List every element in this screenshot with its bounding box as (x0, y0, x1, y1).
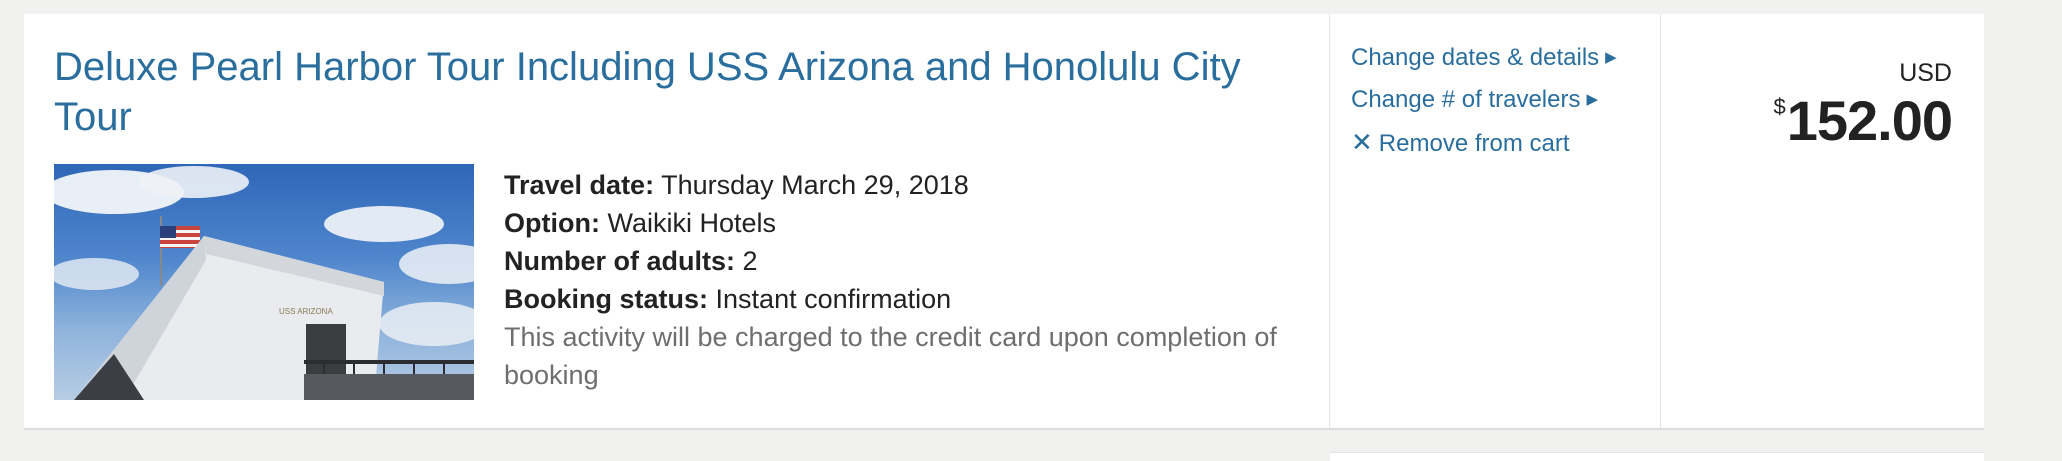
price-value: 152.00 (1786, 89, 1953, 152)
tour-photo[interactable]: USS ARIZONA (54, 164, 474, 400)
svg-text:USS ARIZONA: USS ARIZONA (279, 307, 333, 316)
change-travelers-link[interactable]: Change # of travelers ▶ (1351, 85, 1598, 115)
uss-arizona-memorial-image: USS ARIZONA (54, 166, 474, 400)
option-row: Option: Waikiki Hotels (504, 204, 1304, 242)
currency-code: USD (1899, 59, 1952, 87)
item-actions-column: Change dates & details ▶ Change # of trav… (1330, 14, 1660, 428)
booking-details: Travel date: Thursday March 29, 2018 Opt… (504, 166, 1304, 394)
travel-date-label: Travel date: (504, 170, 655, 200)
adults-row: Number of adults: 2 (504, 242, 1304, 280)
caret-right-icon: ▶ (1586, 91, 1599, 108)
item-main-column: Deluxe Pearl Harbor Tour Including USS A… (24, 14, 1329, 428)
travel-date-value: Thursday March 29, 2018 (661, 170, 969, 200)
option-value: Waikiki Hotels (607, 208, 777, 238)
adults-label: Number of adults: (504, 246, 736, 276)
item-price-column: USD $152.00 (1661, 14, 1984, 428)
close-icon: ✕ (1351, 127, 1373, 157)
change-dates-label: Change dates & details (1351, 44, 1600, 71)
adults-value: 2 (742, 246, 758, 276)
option-label: Option: (504, 208, 600, 238)
tour-title-link[interactable]: Deluxe Pearl Harbor Tour Including USS A… (54, 42, 1304, 142)
change-dates-link[interactable]: Change dates & details ▶ (1351, 43, 1617, 73)
booking-status-label: Booking status: (504, 284, 709, 314)
remove-from-cart-label: Remove from cart (1378, 130, 1570, 157)
price-amount: $152.00 (1773, 88, 1953, 153)
change-travelers-label: Change # of travelers (1351, 86, 1581, 113)
remove-from-cart-link[interactable]: ✕ Remove from cart (1351, 127, 1570, 159)
booking-status-row: Booking status: Instant confirmation (504, 280, 1304, 318)
charge-note: This activity will be charged to the cre… (504, 322, 1277, 390)
caret-right-icon: ▶ (1605, 49, 1617, 66)
booking-status-value: Instant confirmation (715, 284, 952, 314)
currency-symbol: $ (1773, 94, 1785, 119)
cart-item-card: Deluxe Pearl Harbor Tour Including USS A… (24, 14, 1984, 430)
travel-date-row: Travel date: Thursday March 29, 2018 (504, 166, 1304, 204)
